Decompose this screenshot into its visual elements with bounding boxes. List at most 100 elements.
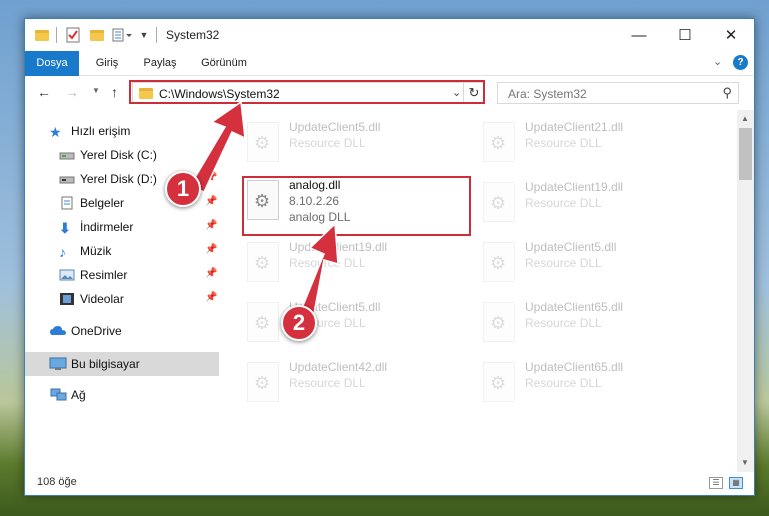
sidebar-item-music[interactable]: ♪ Müzik 📌 bbox=[25, 240, 219, 262]
pin-icon[interactable]: 📌 bbox=[205, 292, 217, 303]
forward-button[interactable]: → bbox=[65, 84, 79, 100]
maximize-button[interactable]: ☐ bbox=[662, 19, 708, 51]
dll-file-icon: ⚙ bbox=[247, 362, 279, 402]
vertical-scrollbar[interactable]: ▲ ▼ bbox=[737, 110, 754, 472]
dll-file-icon: ⚙ bbox=[483, 242, 515, 282]
file-name: UpdateClient19.dll bbox=[289, 240, 388, 254]
file-name: UpdateClient21.dll bbox=[525, 120, 624, 134]
sidebar-item-label: Ağ bbox=[71, 388, 86, 402]
properties-icon[interactable] bbox=[65, 26, 81, 44]
computer-icon bbox=[49, 357, 67, 371]
sidebar-item-label: Müzik bbox=[80, 244, 112, 258]
help-icon[interactable]: ? bbox=[733, 55, 748, 70]
callout-2: 2 bbox=[281, 305, 317, 341]
star-icon: ★ bbox=[49, 124, 62, 140]
cloud-icon bbox=[49, 324, 66, 338]
list-item[interactable]: ⚙ UpdateClient65.dll Resource DLL bbox=[477, 296, 707, 352]
pin-icon[interactable]: 📌 bbox=[205, 196, 217, 207]
close-button[interactable]: ✕ bbox=[708, 19, 754, 51]
sidebar-item-network[interactable]: Ağ bbox=[25, 384, 219, 406]
list-item[interactable]: ⚙ UpdateClient21.dll Resource DLL bbox=[477, 116, 707, 172]
file-highlight bbox=[242, 176, 471, 236]
file-name: UpdateClient65.dll bbox=[525, 300, 624, 314]
sidebar-item-label: Yerel Disk (D:) bbox=[80, 172, 157, 186]
file-description: Resource DLL bbox=[525, 376, 602, 390]
folder-icon bbox=[34, 26, 50, 44]
navigation-pane: ★ Hızlı erişim Yerel Disk (C:) Yerel Dis… bbox=[25, 110, 219, 470]
pin-icon[interactable]: 📌 bbox=[205, 220, 217, 231]
chevron-down-icon[interactable]: ▼ bbox=[138, 26, 150, 44]
sidebar-item-drive-c[interactable]: Yerel Disk (C:) bbox=[25, 144, 219, 166]
dll-file-icon: ⚙ bbox=[247, 302, 279, 342]
pin-icon[interactable]: 📌 bbox=[205, 244, 217, 255]
documents-icon bbox=[59, 196, 75, 210]
file-description: Resource DLL bbox=[289, 136, 366, 150]
new-folder-icon[interactable] bbox=[89, 26, 105, 44]
sidebar-item-label: Videolar bbox=[80, 292, 124, 306]
file-description: Resource DLL bbox=[525, 316, 602, 330]
list-item[interactable]: ⚙ UpdateClient65.dll Resource DLL bbox=[477, 356, 707, 412]
search-input[interactable] bbox=[506, 86, 710, 102]
list-item[interactable]: ⚙ UpdateClient5.dll Resource DLL bbox=[241, 116, 471, 172]
item-count: 108 öğe bbox=[37, 476, 77, 488]
expand-ribbon-icon[interactable]: ⌄ bbox=[713, 55, 722, 68]
status-bar: 108 öğe ☰ ▦ bbox=[25, 472, 754, 495]
sidebar-item-label: OneDrive bbox=[71, 324, 122, 338]
sidebar-item-this-pc[interactable]: Bu bilgisayar bbox=[25, 352, 219, 376]
dll-file-icon: ⚙ bbox=[247, 242, 279, 282]
scroll-down-icon[interactable]: ▼ bbox=[741, 458, 749, 467]
sidebar-item-pictures[interactable]: Resimler 📌 bbox=[25, 264, 219, 286]
pin-icon[interactable]: 📌 bbox=[205, 268, 217, 279]
scroll-up-icon[interactable]: ▲ bbox=[741, 114, 749, 123]
list-item[interactable]: ⚙ UpdateClient5.dll Resource DLL bbox=[477, 236, 707, 292]
search-icon: ⚲ bbox=[722, 85, 732, 100]
minimize-button[interactable]: — bbox=[616, 19, 662, 51]
file-description: Resource DLL bbox=[289, 376, 366, 390]
drive-icon bbox=[59, 172, 75, 186]
file-description: Resource DLL bbox=[289, 256, 366, 270]
network-icon bbox=[49, 388, 67, 402]
drive-icon bbox=[59, 148, 75, 162]
sidebar-item-label: Belgeler bbox=[80, 196, 125, 210]
sidebar-item-label: İndirmeler bbox=[80, 220, 134, 234]
dll-file-icon: ⚙ bbox=[483, 302, 515, 342]
dll-file-icon: ⚙ bbox=[483, 122, 515, 162]
sidebar-item-label: Hızlı erişim bbox=[71, 124, 131, 138]
tab-view[interactable]: Görünüm bbox=[195, 51, 253, 75]
download-icon: ⬇ bbox=[59, 220, 71, 236]
tab-share[interactable]: Paylaş bbox=[137, 51, 183, 75]
title-bar: ▼ System32 — ☐ ✕ bbox=[25, 19, 754, 51]
pin-icon[interactable]: 📌 bbox=[205, 172, 217, 183]
videos-icon bbox=[59, 292, 75, 306]
up-button[interactable]: ↑ bbox=[111, 84, 118, 100]
dll-file-icon: ⚙ bbox=[483, 182, 515, 222]
file-name: UpdateClient65.dll bbox=[525, 360, 624, 374]
list-item[interactable]: ⚙ UpdateClient19.dll Resource DLL bbox=[241, 236, 471, 292]
sidebar-item-videos[interactable]: Videolar 📌 bbox=[25, 288, 219, 310]
file-name: UpdateClient5.dll bbox=[289, 120, 381, 134]
recent-locations-button[interactable]: ▼ bbox=[92, 86, 100, 95]
file-description: Resource DLL bbox=[525, 256, 602, 270]
ribbon-tabs: Dosya Giriş Paylaş Görünüm ⌄ ? bbox=[25, 51, 754, 107]
sidebar-item-downloads[interactable]: ⬇ İndirmeler 📌 bbox=[25, 216, 219, 238]
list-item[interactable]: ⚙ UpdateClient42.dll Resource DLL bbox=[241, 356, 471, 412]
details-view-icon[interactable]: ☰ bbox=[709, 477, 723, 489]
sidebar-item-onedrive[interactable]: OneDrive bbox=[25, 320, 219, 342]
back-button[interactable]: ← bbox=[37, 84, 51, 100]
address-bar-highlight bbox=[129, 80, 485, 104]
list-item[interactable]: ⚙ UpdateClient19.dll Resource DLL bbox=[477, 176, 707, 232]
customize-toolbar-icon[interactable] bbox=[111, 26, 135, 44]
scrollbar-thumb[interactable] bbox=[739, 128, 752, 180]
file-description: Resource DLL bbox=[525, 136, 602, 150]
file-name: UpdateClient5.dll bbox=[525, 240, 617, 254]
window-title: System32 bbox=[166, 28, 220, 42]
file-description: Resource DLL bbox=[525, 196, 602, 210]
large-icons-view-icon[interactable]: ▦ bbox=[729, 477, 743, 489]
search-box[interactable]: ⚲ bbox=[497, 82, 739, 104]
dll-file-icon: ⚙ bbox=[247, 122, 279, 162]
sidebar-item-quick-access[interactable]: ★ Hızlı erişim bbox=[25, 120, 219, 142]
dll-file-icon: ⚙ bbox=[483, 362, 515, 402]
list-item[interactable]: ⚙ UpdateClient5.dll Resource DLL bbox=[241, 296, 471, 352]
tab-home[interactable]: Giriş bbox=[87, 51, 127, 75]
music-icon: ♪ bbox=[59, 244, 66, 260]
